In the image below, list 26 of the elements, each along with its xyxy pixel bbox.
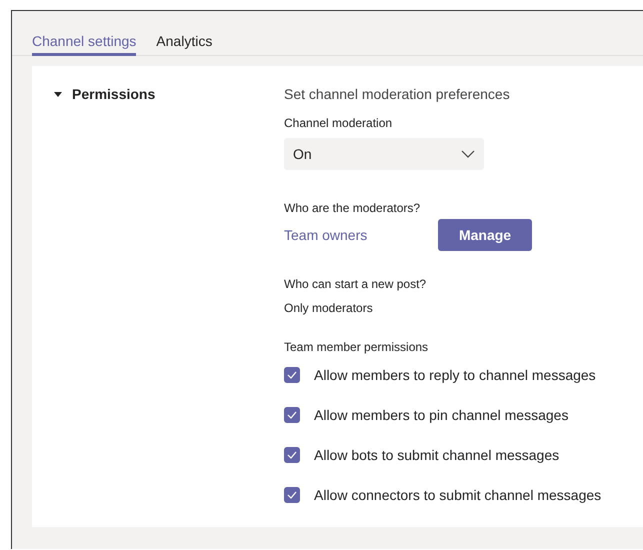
tab[interactable]: Channel settings [32,33,136,56]
checkbox-label: Allow bots to submit channel messages [314,447,560,463]
section-title: Permissions [72,86,156,102]
moderation-dropdown[interactable]: On [284,138,484,170]
checkmark-icon [287,491,297,499]
checkmark-icon [287,451,297,459]
field-value: Only moderators [284,300,373,316]
checkbox[interactable] [284,447,300,463]
checkmark-icon [287,411,297,419]
manage-button[interactable]: Manage [438,219,532,251]
field-label: Team member permissions [284,339,428,355]
team-owners-link[interactable]: Team owners [284,227,438,243]
field-label: Who can start a new post? [284,276,426,292]
checkbox[interactable] [284,367,300,383]
field-label: Who are the moderators? [284,200,420,216]
field-label: Channel moderation [284,115,392,131]
checkbox-label: Allow members to reply to channel messages [314,367,596,383]
checkbox[interactable] [284,487,300,503]
tab[interactable]: Analytics [156,33,212,56]
section-description: Set channel moderation preferences [284,85,510,103]
chevron-down-icon [461,150,475,158]
checkbox-label: Allow connectors to submit channel messages [314,487,602,503]
checkbox[interactable] [284,407,300,423]
caret-icon[interactable] [54,92,62,96]
checkbox-label: Allow members to pin channel messages [314,407,568,423]
checkmark-icon [287,371,297,379]
